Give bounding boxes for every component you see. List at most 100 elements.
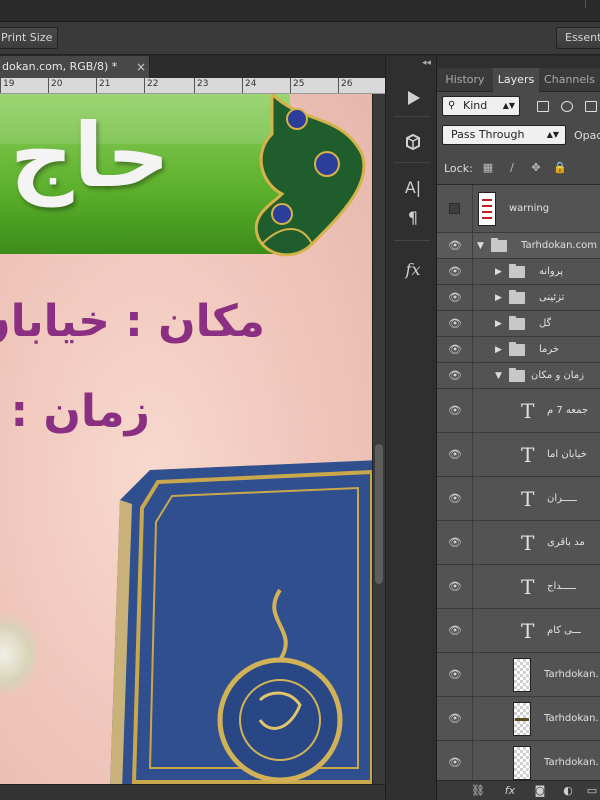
eye-icon[interactable]: 👁: [448, 536, 462, 549]
play-icon[interactable]: [400, 86, 426, 110]
layer-group-row[interactable]: 👁 ▼ زمان و مکان: [437, 363, 600, 389]
visibility-cell: 👁: [437, 389, 473, 432]
new-group-icon[interactable]: ▭: [585, 784, 599, 798]
lock-move-icon[interactable]: ✥: [529, 161, 543, 175]
text-layer-row[interactable]: 👁 T ـــی کام: [437, 609, 600, 653]
artwork-place-text: مکان : خیابان: [0, 296, 265, 347]
vertical-scrollbar[interactable]: [372, 94, 385, 784]
eye-icon[interactable]: 👁: [448, 712, 462, 725]
document-tab[interactable]: dokan.com, RGB/8) *: [0, 56, 150, 78]
print-size-button[interactable]: Print Size: [0, 27, 58, 49]
text-layer-row[interactable]: 👁 T مد باقری: [437, 521, 600, 565]
visibility-cell: 👁: [437, 433, 473, 476]
eye-icon[interactable]: 👁: [448, 343, 462, 356]
visibility-cell: [437, 185, 473, 232]
image-layer-row[interactable]: 👁 Tarhdokan.: [437, 741, 600, 780]
visibility-cell: 👁: [437, 233, 473, 258]
eye-icon[interactable]: 👁: [448, 317, 462, 330]
document-canvas[interactable]: حاج مکان : خیابان زمان :: [0, 94, 372, 784]
expand-triangle-icon[interactable]: ▶: [495, 266, 502, 278]
folder-icon: [509, 289, 525, 304]
character-icon[interactable]: A|: [400, 176, 426, 200]
add-layer-style-icon[interactable]: fx: [503, 784, 517, 798]
paragraph-icon[interactable]: ¶: [400, 206, 426, 230]
lock-row: Lock: ▦ ∕ ✥ 🔒: [437, 154, 600, 182]
visibility-cell: 👁: [437, 697, 473, 740]
workspace-essentials-button[interactable]: Essentials: [556, 27, 600, 49]
eye-icon[interactable]: 👁: [448, 492, 462, 505]
ruler-number: 20: [51, 79, 63, 89]
expand-triangle-icon[interactable]: ▼: [495, 370, 502, 382]
layer-group-row[interactable]: 👁 ▶ گل: [437, 311, 600, 337]
eye-icon[interactable]: 👁: [448, 668, 462, 681]
visibility-cell: 👁: [437, 609, 473, 652]
ruler-number: 22: [147, 79, 159, 89]
blend-mode-select[interactable]: Pass Through ▲▼: [442, 125, 566, 145]
ruler-number: 19: [3, 79, 15, 89]
visibility-cell: 👁: [437, 259, 473, 284]
fx-icon[interactable]: fx: [400, 258, 426, 282]
layer-name: خیابان اما: [547, 448, 587, 460]
layer-group-row[interactable]: 👁 ▼ Tarhdokan.com: [437, 233, 600, 259]
layer-name: ـــــداج: [547, 580, 577, 592]
layer-group-row[interactable]: 👁 ▶ تزئینی: [437, 285, 600, 311]
lock-transparent-icon[interactable]: ▦: [481, 161, 495, 175]
eye-icon[interactable]: 👁: [448, 580, 462, 593]
eye-icon[interactable]: 👁: [448, 624, 462, 637]
eye-icon[interactable]: 👁: [448, 265, 462, 278]
eye-icon[interactable]: 👁: [448, 291, 462, 304]
tab-channels[interactable]: Channels: [539, 68, 600, 92]
divider: [585, 0, 586, 8]
scrollbar-thumb[interactable]: [375, 444, 383, 584]
collapse-panels-icon[interactable]: ◂◂: [422, 58, 431, 68]
expand-triangle-icon[interactable]: ▶: [495, 318, 502, 330]
filter-pixel-icon[interactable]: [537, 101, 549, 112]
layer-group-row[interactable]: 👁 ▶ خرما: [437, 337, 600, 363]
layer-name: ـــی کام: [547, 624, 582, 636]
text-layer-row[interactable]: 👁 T ـــــداج: [437, 565, 600, 609]
expand-triangle-icon[interactable]: ▶: [495, 344, 502, 356]
horizontal-scrollbar[interactable]: [0, 784, 385, 800]
type-layer-icon: T: [521, 618, 535, 643]
visibility-cell: 👁: [437, 311, 473, 336]
eye-icon[interactable]: 👁: [448, 239, 462, 252]
layer-group-row[interactable]: 👁 ▶ پروانه: [437, 259, 600, 285]
filter-kind-select[interactable]: ⚲ Kind ▲▼: [442, 96, 520, 116]
eye-icon[interactable]: 👁: [448, 448, 462, 461]
eye-icon[interactable]: 👁: [448, 369, 462, 382]
lock-all-icon[interactable]: 🔒: [553, 161, 567, 175]
tab-layers[interactable]: Layers: [493, 68, 539, 92]
layers-list[interactable]: warning 👁 ▼ Tarhdokan.com 👁 ▶ پروانه 👁 ▶…: [437, 184, 600, 780]
link-layers-icon[interactable]: ⛓: [471, 784, 485, 798]
filter-kind-value: Kind: [463, 99, 488, 112]
text-layer-row[interactable]: 👁 T ـــــران: [437, 477, 600, 521]
text-layer-row[interactable]: 👁 T خیابان اما: [437, 433, 600, 477]
type-layer-icon: T: [521, 574, 535, 599]
divider: [394, 116, 430, 117]
visibility-cell: 👁: [437, 653, 473, 696]
adjustment-layer-icon[interactable]: ◐: [561, 784, 575, 798]
image-layer-row[interactable]: 👁 Tarhdokan.: [437, 653, 600, 697]
tab-history[interactable]: History: [437, 68, 493, 92]
cube-3d-icon[interactable]: [400, 130, 426, 154]
text-layer-row[interactable]: 👁 T جمعه 7 م: [437, 389, 600, 433]
expand-triangle-icon[interactable]: ▼: [477, 240, 484, 252]
artwork-title-text: حاج: [10, 104, 170, 207]
close-tab-icon[interactable]: ×: [134, 56, 148, 78]
filter-adjustment-icon[interactable]: [561, 101, 573, 112]
expand-triangle-icon[interactable]: ▶: [495, 292, 502, 304]
eye-icon[interactable]: 👁: [448, 404, 462, 417]
filter-type-icon[interactable]: [585, 101, 597, 112]
eye-icon[interactable]: 👁: [448, 756, 462, 769]
layer-filter-row: ⚲ Kind ▲▼: [437, 92, 600, 120]
type-layer-icon: T: [521, 530, 535, 555]
add-mask-icon[interactable]: ◙: [533, 784, 547, 798]
visibility-toggle[interactable]: [449, 202, 460, 214]
layer-thumbnail: [478, 191, 496, 226]
layer-name: خرما: [539, 343, 560, 355]
ruler-mark: [96, 78, 97, 93]
image-layer-row[interactable]: 👁 Tarhdokan.: [437, 697, 600, 741]
folder-icon: [509, 315, 525, 330]
layer-row[interactable]: warning: [437, 185, 600, 233]
lock-brush-icon[interactable]: ∕: [505, 161, 519, 175]
